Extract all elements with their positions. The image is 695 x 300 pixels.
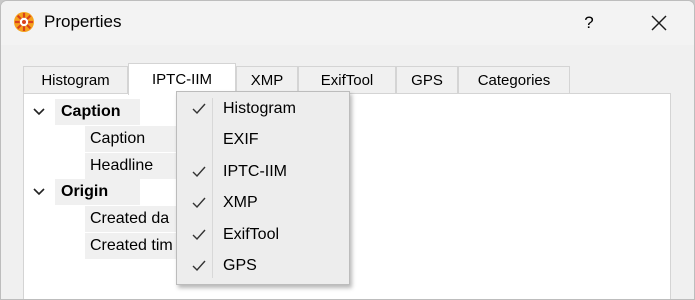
checkmark-icon (192, 197, 206, 209)
menu-item-gps[interactable]: GPS (181, 251, 345, 281)
tree-item[interactable]: Caption (85, 126, 181, 152)
tab-categories[interactable]: Categories (458, 66, 570, 94)
title-bar: Properties ? (1, 1, 694, 45)
chevron-down-icon[interactable] (32, 185, 46, 199)
menu-item-exiftool[interactable]: ExifTool (181, 220, 345, 250)
menu-item-label: ExifTool (223, 226, 280, 243)
tab-label: ExifTool (320, 72, 374, 89)
tree-item-label: Created da (90, 210, 170, 227)
checkmark-icon (192, 260, 206, 272)
tree-group-label: Caption (61, 103, 121, 120)
tab-label: Histogram (41, 72, 110, 89)
checkmark-icon (192, 166, 206, 178)
help-label: ? (584, 13, 594, 32)
properties-dialog: Properties ? Histogram IPTC-IIM XMP Exif… (0, 0, 695, 300)
menu-item-xmp[interactable]: XMP (181, 188, 345, 218)
checkmark-icon (192, 103, 206, 115)
tab-xmp[interactable]: XMP (236, 66, 298, 94)
tab-label: Categories (477, 72, 551, 89)
tree-item[interactable]: Headline (85, 153, 181, 179)
close-icon (651, 15, 667, 31)
tab-histogram[interactable]: Histogram (23, 66, 128, 94)
tab-exiftool[interactable]: ExifTool (298, 66, 396, 94)
xnview-logo-icon (13, 11, 35, 33)
menu-item-iptc-iim[interactable]: IPTC-IIM (181, 157, 345, 187)
tab-label: GPS (411, 72, 443, 89)
tab-visibility-menu: Histogram EXIF IPTC-IIM XMP ExifTool GPS (176, 91, 350, 285)
chevron-down-icon[interactable] (32, 105, 46, 119)
tree-item[interactable]: Created da (85, 206, 181, 232)
menu-item-label: EXIF (223, 131, 259, 148)
tab-label: IPTC-IIM (152, 71, 212, 88)
menu-item-label: Histogram (223, 100, 296, 117)
tab-label: XMP (250, 72, 284, 89)
tree-group-label: Origin (61, 183, 109, 200)
window-title: Properties (44, 12, 122, 31)
menu-item-label: GPS (223, 257, 257, 274)
menu-item-label: IPTC-IIM (223, 163, 287, 180)
close-button[interactable] (641, 6, 677, 40)
menu-item-exif[interactable]: EXIF (181, 125, 345, 155)
checkmark-icon (192, 229, 206, 241)
tree-item-label: Headline (90, 157, 154, 174)
help-button[interactable]: ? (574, 6, 604, 40)
tree-item-label: Created tim (90, 237, 173, 254)
tab-gps[interactable]: GPS (396, 66, 458, 94)
tree-item-label: Caption (90, 130, 146, 147)
menu-item-label: XMP (223, 194, 258, 211)
tree-item[interactable]: Created tim (85, 233, 181, 259)
menu-item-histogram[interactable]: Histogram (181, 94, 345, 124)
